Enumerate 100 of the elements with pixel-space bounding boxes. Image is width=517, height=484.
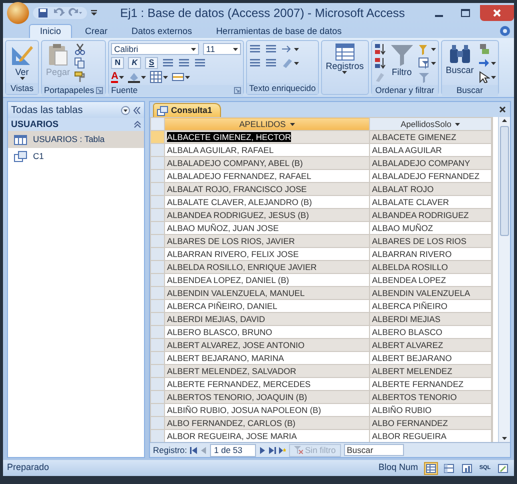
- table-cell: ALBERT MELENDEZ, SALVADOR: [164, 364, 370, 378]
- table-cell: ALBARES DE LOS RIOS, JAVIER: [164, 234, 370, 248]
- select-button[interactable]: [478, 71, 496, 83]
- numbering-button[interactable]: [249, 57, 262, 69]
- table-cell[interactable]: ALBACETE GIMENEZ, HECTOR: [167, 132, 292, 142]
- dropdown-icon[interactable]: [121, 106, 130, 114]
- paragraph-direction-button[interactable]: [281, 43, 300, 55]
- column-header[interactable]: APELLIDOS: [164, 118, 370, 130]
- caret-icon: [290, 122, 295, 126]
- copy-button[interactable]: [74, 57, 86, 69]
- datasheet-icon: [426, 464, 436, 472]
- go-to-button[interactable]: [478, 57, 496, 69]
- table-cell: ALBO FERNANDEZ: [370, 416, 492, 430]
- caret-icon: [294, 48, 300, 50]
- caret-icon: [490, 76, 496, 78]
- advanced-filter-icon: [418, 57, 430, 69]
- align-right-button[interactable]: [194, 57, 206, 69]
- scrollbar[interactable]: [498, 117, 510, 442]
- row-color-button[interactable]: [172, 71, 190, 83]
- record-label: Registro:: [153, 444, 188, 456]
- dialog-launcher-icon[interactable]: [96, 87, 104, 94]
- ribbon-tab[interactable]: Datos externos: [120, 24, 204, 38]
- table-cell: ALBELDA ROSILLO: [370, 260, 492, 274]
- increase-indent-button[interactable]: [265, 43, 278, 55]
- numbering-icon: [249, 57, 262, 69]
- sort-descending-button[interactable]: [374, 57, 386, 69]
- table-cell: ALBERT ALVAREZ, JOSE ANTONIO: [164, 338, 370, 352]
- advanced-filter-button[interactable]: [418, 57, 436, 69]
- customize-icon[interactable]: [91, 10, 97, 16]
- collapse-pane-icon[interactable]: [133, 106, 141, 114]
- scroll-thumb[interactable]: [500, 126, 509, 236]
- redo-icon[interactable]: [68, 8, 82, 18]
- previous-record-icon[interactable]: [200, 446, 208, 454]
- fill-color-button[interactable]: [128, 71, 146, 83]
- gridlines-button[interactable]: [150, 71, 168, 83]
- scroll-down-icon[interactable]: [502, 437, 507, 440]
- caret-icon: [430, 48, 436, 50]
- copy-icon: [74, 57, 86, 69]
- align-left-button[interactable]: [162, 57, 174, 69]
- first-record-icon[interactable]: [190, 446, 198, 454]
- search-field[interactable]: Buscar: [344, 444, 404, 456]
- decrease-indent-button[interactable]: [249, 43, 262, 55]
- filter-button[interactable]: Filtro: [388, 43, 416, 77]
- table-cell: ALBARES DE LOS RIOS: [370, 234, 492, 248]
- close-icon[interactable]: [499, 106, 506, 113]
- new-record-icon[interactable]: [279, 446, 286, 454]
- scroll-up-icon[interactable]: [502, 119, 507, 122]
- view-datasheet-button[interactable]: [424, 462, 438, 474]
- office-button[interactable]: [7, 2, 29, 24]
- highlight-button[interactable]: [281, 57, 300, 69]
- pane-title[interactable]: Todas las tablas: [11, 102, 118, 118]
- ribbon-tab[interactable]: Herramientas de base de datos: [205, 24, 353, 38]
- view-button[interactable]: Ver: [8, 43, 36, 80]
- font-name-field[interactable]: Calibri: [111, 43, 200, 55]
- select-icon: [478, 71, 490, 83]
- align-center-button[interactable]: [178, 57, 190, 69]
- find-button[interactable]: Buscar: [444, 43, 476, 75]
- next-record-icon[interactable]: [259, 446, 266, 454]
- highlight-icon: [281, 57, 294, 69]
- group-label: Texto enriquecido: [249, 82, 316, 95]
- bullets-button[interactable]: [265, 57, 278, 69]
- format-painter-icon: [74, 71, 86, 83]
- italic-button[interactable]: K: [128, 57, 142, 69]
- cut-button[interactable]: [74, 43, 86, 55]
- clipboard-icon: [48, 43, 68, 67]
- close-button[interactable]: [480, 5, 514, 21]
- records-button[interactable]: Registros: [324, 43, 366, 74]
- save-icon[interactable]: [38, 8, 48, 18]
- caret-icon: [141, 76, 146, 78]
- column-header[interactable]: ApellidosSolo: [370, 118, 492, 130]
- view-design-button[interactable]: [496, 462, 510, 474]
- caret-icon: [294, 62, 300, 64]
- view-pivot-chart-button[interactable]: [460, 462, 474, 474]
- ribbon-tab[interactable]: Inicio: [29, 24, 72, 38]
- underline-button[interactable]: S: [145, 57, 158, 69]
- align-right-icon: [194, 57, 206, 69]
- table-cell: ALBERTOS TENORIO: [370, 390, 492, 404]
- close-icon: [493, 9, 501, 17]
- dialog-launcher-icon[interactable]: [234, 87, 242, 94]
- align-center-icon: [178, 57, 190, 69]
- navigation-item[interactable]: USUARIOS : Tabla: [8, 131, 144, 148]
- table-cell: ALBENDIN VALENZUELA: [370, 286, 492, 300]
- sort-ascending-button[interactable]: [374, 43, 386, 55]
- bold-button[interactable]: N: [111, 57, 124, 69]
- navigation-item[interactable]: C1: [8, 148, 144, 165]
- selection-button[interactable]: [418, 43, 436, 55]
- font-size-field[interactable]: 11: [203, 43, 242, 55]
- caret-icon: [342, 71, 348, 74]
- collapse-group-icon[interactable]: [134, 121, 141, 128]
- window-title: Ej1 : Base de datos (Access 2007) - Microsoft Access: [119, 5, 406, 22]
- help-icon[interactable]: [500, 26, 510, 36]
- group-label: Ordenar y filtrar: [375, 84, 434, 97]
- record-position-field[interactable]: 1 de 53: [210, 444, 256, 456]
- ribbon-tab[interactable]: Crear: [74, 24, 119, 38]
- view-pivot-table-button[interactable]: [442, 462, 456, 474]
- table-cell: ALBENDIN VALENZUELA, MANUEL: [164, 286, 370, 300]
- font-color-button[interactable]: A: [111, 71, 124, 83]
- document-tab[interactable]: Consulta1: [153, 103, 222, 117]
- format-painter-button[interactable]: [74, 71, 86, 83]
- last-record-icon[interactable]: [269, 446, 276, 454]
